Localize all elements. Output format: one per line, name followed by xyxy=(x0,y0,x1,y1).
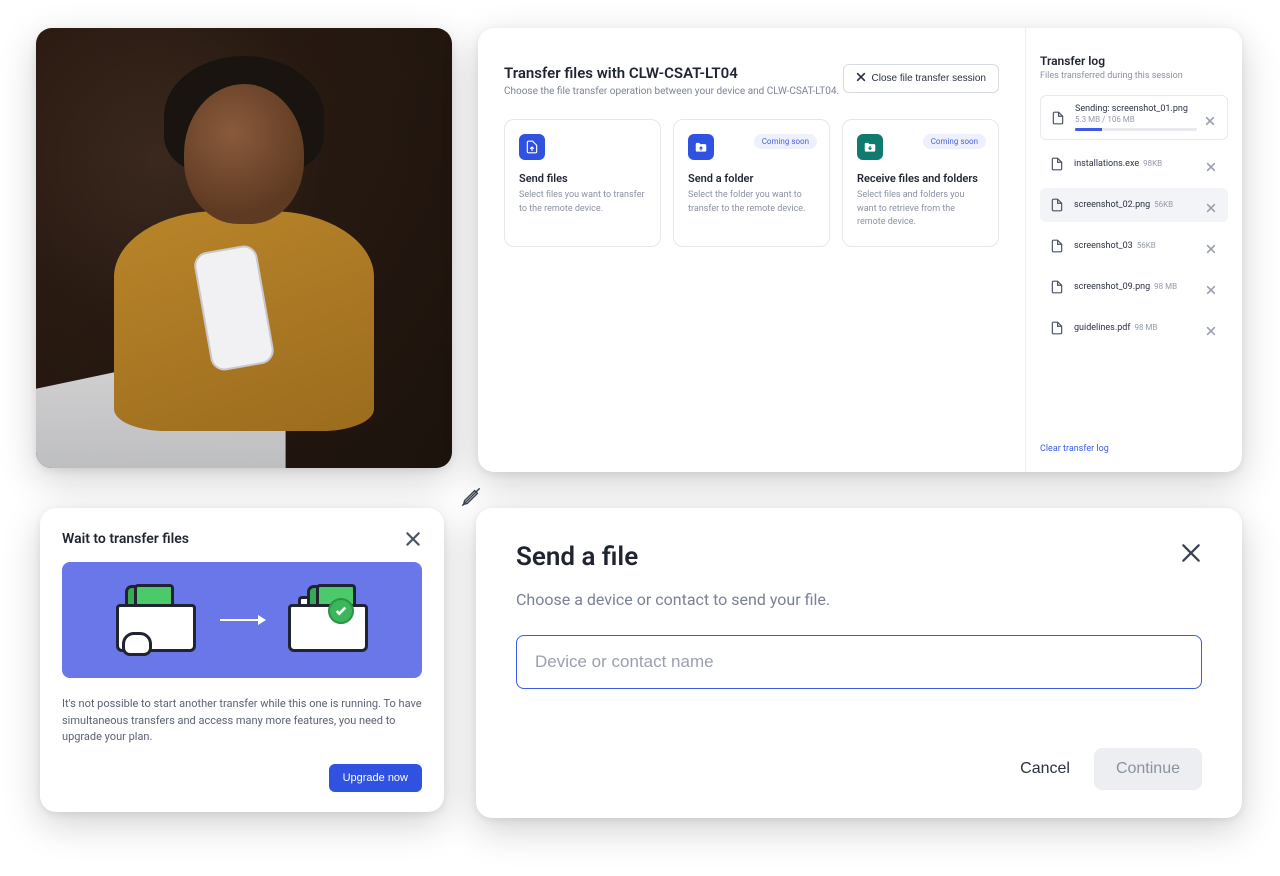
transfer-card-send-a-folder[interactable]: Coming soon Send a folder Select the folde… xyxy=(673,119,830,247)
log-file-size: 98 MB xyxy=(1154,282,1177,291)
clear-transfer-log-link[interactable]: Clear transfer log xyxy=(1040,434,1228,454)
send-modal-title: Send a file xyxy=(516,542,638,572)
remove-log-item-icon[interactable] xyxy=(1206,198,1220,212)
log-file-size: 56KB xyxy=(1137,241,1156,250)
file-icon xyxy=(1049,109,1067,127)
log-file-name: installations.exe98KB xyxy=(1074,159,1198,169)
file-upload-icon xyxy=(519,134,545,160)
file-icon xyxy=(1048,155,1066,173)
log-item[interactable]: screenshot_0356KB xyxy=(1040,229,1228,263)
close-icon xyxy=(856,72,866,85)
log-file-size: 98 MB xyxy=(1134,323,1157,332)
log-item[interactable]: Sending: screenshot_01.png5.3 MB / 106 M… xyxy=(1040,95,1228,140)
log-file-size: 98KB xyxy=(1143,159,1162,168)
wait-illustration xyxy=(62,562,422,678)
file-icon xyxy=(1048,278,1066,296)
log-file-name: Sending: screenshot_01.png xyxy=(1075,104,1197,114)
remove-log-item-icon[interactable] xyxy=(1206,321,1220,335)
transfer-panel: Transfer files with CLW-CSAT-LT04 Choose… xyxy=(478,28,1242,472)
send-file-modal: Send a file Choose a device or contact t… xyxy=(476,508,1242,818)
coming-soon-badge: Coming soon xyxy=(754,134,817,149)
cancel-button[interactable]: Cancel xyxy=(1012,748,1078,790)
log-item[interactable]: screenshot_09.png98 MB xyxy=(1040,270,1228,304)
wait-modal-body: It's not possible to start another trans… xyxy=(62,696,422,746)
file-icon xyxy=(1048,319,1066,337)
check-icon xyxy=(328,598,354,624)
folder-download-icon xyxy=(857,134,883,160)
folder-upload-icon xyxy=(688,134,714,160)
wait-transfer-modal: Wait to transfer files It's not xyxy=(40,508,444,812)
send-modal-subtitle: Choose a device or contact to send your … xyxy=(516,590,1202,609)
continue-button[interactable]: Continue xyxy=(1094,748,1202,790)
wait-modal-title: Wait to transfer files xyxy=(62,531,189,547)
log-file-name: screenshot_09.png98 MB xyxy=(1074,282,1198,292)
transfer-card-send-files[interactable]: Send files Select files you want to trans… xyxy=(504,119,661,247)
device-contact-input[interactable] xyxy=(516,635,1202,689)
remove-log-item-icon[interactable] xyxy=(1206,280,1220,294)
transfer-card-receive-files-and-folders[interactable]: Coming soon Receive files and folders Sele… xyxy=(842,119,999,247)
progress-bar xyxy=(1075,128,1197,131)
card-title: Receive files and folders xyxy=(857,172,984,185)
upgrade-now-button[interactable]: Upgrade now xyxy=(329,764,422,792)
card-description: Select files and folders you want to ret… xyxy=(857,189,984,230)
remove-log-item-icon[interactable] xyxy=(1206,157,1220,171)
file-icon xyxy=(1048,196,1066,214)
close-icon[interactable] xyxy=(1180,542,1202,564)
log-file-size: 56KB xyxy=(1154,200,1173,209)
card-description: Select files you want to transfer to the… xyxy=(519,189,646,216)
transfer-log-subtitle: Files transferred during this session xyxy=(1040,71,1228,81)
hero-photo xyxy=(36,28,452,468)
close-icon[interactable] xyxy=(404,530,422,548)
close-transfer-session-button[interactable]: Close file transfer session xyxy=(843,64,1000,93)
card-description: Select the folder you want to transfer t… xyxy=(688,189,815,216)
log-file-progress-text: 5.3 MB / 106 MB xyxy=(1075,115,1197,124)
card-title: Send files xyxy=(519,172,646,185)
file-icon xyxy=(1048,237,1066,255)
transfer-subtitle: Choose the file transfer operation betwe… xyxy=(504,86,839,97)
close-transfer-session-label: Close file transfer session xyxy=(872,73,987,84)
log-file-name: screenshot_02.png56KB xyxy=(1074,200,1198,210)
log-file-name: screenshot_0356KB xyxy=(1074,241,1198,251)
transfer-log-title: Transfer log xyxy=(1040,54,1228,68)
remove-log-item-icon[interactable] xyxy=(1206,239,1220,253)
log-item[interactable]: installations.exe98KB xyxy=(1040,147,1228,181)
no-edit-icon xyxy=(460,486,482,508)
log-file-name: guidelines.pdf98 MB xyxy=(1074,323,1198,333)
log-item[interactable]: screenshot_02.png56KB xyxy=(1040,188,1228,222)
coming-soon-badge: Coming soon xyxy=(923,134,986,149)
transfer-title: Transfer files with CLW-CSAT-LT04 xyxy=(504,64,839,82)
log-item[interactable]: guidelines.pdf98 MB xyxy=(1040,311,1228,345)
remove-log-item-icon[interactable] xyxy=(1205,111,1219,125)
card-title: Send a folder xyxy=(688,172,815,185)
